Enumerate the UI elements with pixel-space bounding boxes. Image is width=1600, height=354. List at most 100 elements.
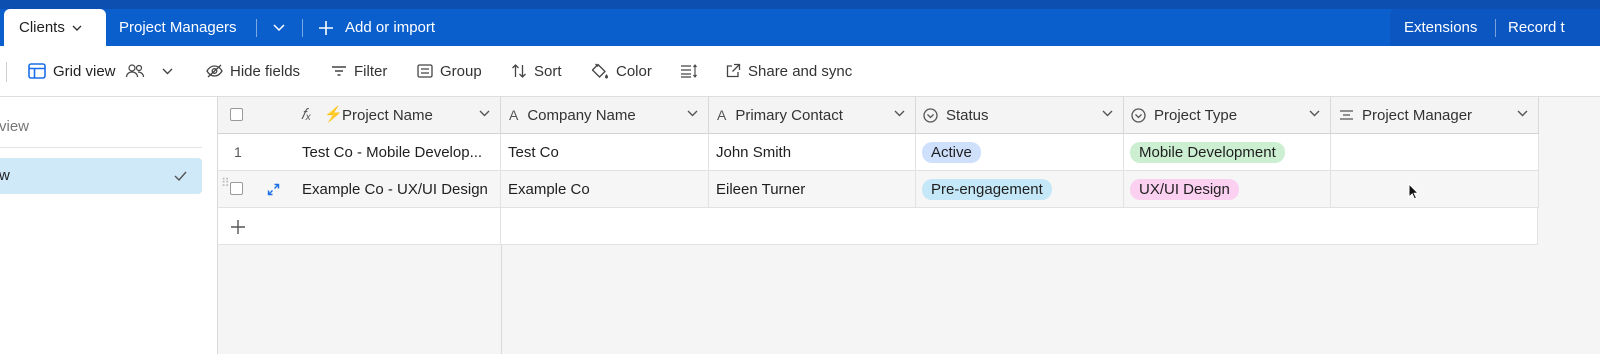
external-link-icon [726,63,741,78]
filter-label: Filter [354,62,388,80]
chevron-down-icon[interactable] [1517,110,1528,117]
project-type-cell[interactable]: Mobile Development [1124,134,1331,171]
sort-button[interactable]: Sort [511,46,562,96]
column-header-primary-contact[interactable]: A Primary Contact [709,97,916,134]
tab-clients-label: Clients [19,19,65,36]
all-tables-dropdown[interactable] [273,9,285,46]
column-header-project-manager[interactable]: Project Manager [1331,97,1539,134]
records-grid: 𝑓ₓ ⚡ Project Name A Company Name A Prima… [218,97,1600,354]
tab-clients[interactable]: Clients [4,9,106,46]
status-cell[interactable]: Pre-engagement [916,171,1124,208]
table-row[interactable]: ⠿ Example Co - UX/UI Design Example Co E… [218,171,1539,208]
row-height-button[interactable] [680,46,705,96]
single-select-icon [923,107,938,123]
table-row[interactable]: 1 Test Co - Mobile Develop... Test Co Jo… [218,134,1539,171]
project-type-badge: Mobile Development [1130,141,1285,163]
row-checkbox[interactable] [230,182,243,195]
mouse-cursor-icon [1408,183,1420,200]
paint-bucket-icon [591,63,608,78]
view-switcher[interactable]: Grid view [28,46,180,96]
color-button[interactable]: Color [591,46,652,96]
text-field-icon: A [509,107,519,123]
company-cell[interactable]: Example Co [501,171,709,208]
tab-divider [302,19,303,37]
column-label: Primary Contact [735,106,843,124]
view-name: Grid view [53,62,116,80]
status-badge: Pre-engagement [922,178,1052,200]
column-header-project-name[interactable]: 𝑓ₓ ⚡ Project Name [218,97,501,134]
hide-fields-button[interactable]: Hide fields [206,46,300,96]
plus-icon [231,220,245,234]
chevron-down-icon[interactable] [72,25,82,31]
row-primary-cell[interactable]: ⠿ Example Co - UX/UI Design [218,171,501,208]
record-label: Record t [1508,19,1565,36]
check-icon [174,171,187,181]
eye-slash-icon [206,64,223,78]
tab-divider [256,19,257,37]
column-header-company-name[interactable]: A Company Name [501,97,709,134]
hide-fields-label: Hide fields [230,62,301,80]
add-or-import-label: Add or import [345,19,436,36]
extensions-label: Extensions [1404,19,1478,36]
views-sidebar: view w [0,97,218,354]
view-toolbar: Grid view Hide fields Filter Group Sort … [0,46,1600,97]
single-select-icon [1131,107,1146,123]
table-tab-bar: Clients Project Managers Add or import E… [0,0,1600,46]
column-header-project-type[interactable]: Project Type [1124,97,1331,134]
expand-record-icon[interactable] [267,183,280,196]
contact-value: John Smith [716,143,792,161]
share-and-sync-button[interactable]: Share and sync [725,46,852,96]
find-view-input[interactable]: view [0,118,29,135]
contact-cell[interactable]: John Smith [709,134,916,171]
filter-button[interactable]: Filter [331,46,387,96]
project-manager-cell[interactable] [1331,134,1539,171]
row-number: 1 [234,144,242,160]
sort-icon [512,64,526,78]
add-record-button[interactable] [218,208,501,245]
project-type-cell[interactable]: UX/UI Design [1124,171,1331,208]
toolbar-divider [6,62,7,82]
column-header-status[interactable]: Status [916,97,1124,134]
column-label: Project Type [1154,106,1238,124]
color-label: Color [616,62,652,80]
share-and-sync-label: Share and sync [748,62,853,80]
column-label: Project Name [342,107,433,124]
tab-project-managers[interactable]: Project Managers [119,9,237,46]
company-value: Example Co [508,180,590,198]
tab-divider [1495,19,1496,37]
chevron-down-icon [162,68,173,74]
company-value: Test Co [508,143,559,161]
status-cell[interactable]: Active [916,134,1124,171]
sidebar-divider [0,147,202,148]
plus-icon [319,20,333,35]
sidebar-item-grid-view[interactable]: w [0,158,202,194]
project-type-badge: UX/UI Design [1130,178,1239,200]
row-primary-cell[interactable]: 1 Test Co - Mobile Develop... [218,134,501,171]
project-manager-cell[interactable] [1331,171,1539,208]
add-or-import-button[interactable]: Add or import [319,9,435,46]
group-button[interactable]: Group [417,46,482,96]
group-icon [417,64,433,78]
chevron-down-icon[interactable] [1309,110,1320,117]
column-label: Company Name [527,106,636,124]
company-cell[interactable]: Test Co [501,134,709,171]
column-label: Project Manager [1362,106,1473,124]
select-all-checkbox[interactable] [230,108,243,121]
chevron-down-icon[interactable] [1102,110,1113,117]
add-record-row[interactable] [218,208,1538,245]
contact-value: Eileen Turner [716,180,806,198]
extensions-button[interactable]: Extensions [1404,9,1477,46]
lightning-icon: ⚡ [324,106,343,123]
chevron-down-icon[interactable] [479,110,490,117]
row-height-icon [681,64,697,78]
collaborators-icon [125,64,144,78]
contact-cell[interactable]: Eileen Turner [709,171,916,208]
add-record-row-fill[interactable] [501,208,1538,245]
chevron-down-icon[interactable] [894,110,905,117]
status-badge: Active [922,141,981,163]
chevron-down-icon[interactable] [687,110,698,117]
grid-icon [28,63,46,79]
tab-project-managers-label: Project Managers [119,19,237,36]
project-name-cell: Example Co - UX/UI Design [302,180,488,198]
record-button[interactable]: Record t [1508,9,1565,46]
